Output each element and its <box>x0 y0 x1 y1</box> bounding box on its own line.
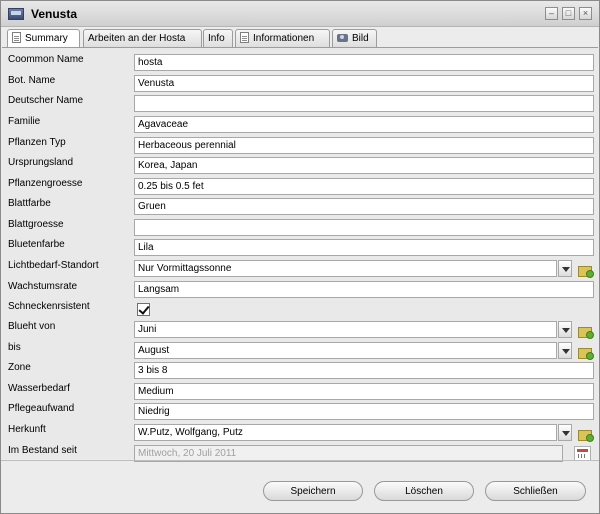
bluetenfarbe-field[interactable]: Lila <box>134 239 594 256</box>
document-icon <box>240 32 249 43</box>
lichtbedarf-select[interactable]: Nur Vormittagssonne <box>134 260 557 277</box>
minimize-icon[interactable]: – <box>545 7 558 20</box>
field-label: Blattfarbe <box>8 198 51 209</box>
maximize-icon[interactable]: □ <box>562 7 575 20</box>
field-label: Ursprungsland <box>8 157 74 168</box>
field-label: Pflanzengroesse <box>8 178 83 189</box>
blattgroesse-field[interactable] <box>134 219 594 236</box>
familie-field[interactable]: Agavaceae <box>134 116 594 133</box>
field-label: Zone <box>8 362 31 373</box>
bis-select[interactable]: August <box>134 342 557 359</box>
blattfarbe-field[interactable]: Gruen <box>134 198 594 215</box>
field-label: Im Bestand seit <box>8 445 77 456</box>
field-label: Wasserbedarf <box>8 383 70 394</box>
field-label: Schneckenrsistent <box>8 301 90 312</box>
field-label: Herkunft <box>8 424 46 435</box>
folder-add-icon[interactable] <box>576 426 594 442</box>
field-label: Pflegeaufwand <box>8 403 75 414</box>
title-bar: Venusta – □ × <box>1 1 599 27</box>
field-label: bis <box>8 342 21 353</box>
blueht-von-select[interactable]: Juni <box>134 321 557 338</box>
tab-informationen[interactable]: Informationen <box>235 29 330 47</box>
tab-label: Bild <box>352 33 369 44</box>
footer-divider <box>1 460 599 461</box>
tab-label: Arbeiten an der Hosta <box>88 33 186 44</box>
document-icon <box>12 32 21 43</box>
chevron-down-icon[interactable] <box>558 260 572 277</box>
window: Venusta – □ × Summary Arbeiten an der Ho… <box>0 0 600 514</box>
close-button[interactable]: Schließen <box>485 481 586 501</box>
app-icon <box>8 8 24 20</box>
tab-label: Info <box>208 33 225 44</box>
tab-bild[interactable]: Bild <box>332 29 377 47</box>
chevron-down-icon[interactable] <box>558 321 572 338</box>
chevron-down-icon[interactable] <box>558 424 572 441</box>
pflanzen-typ-field[interactable]: Herbaceous perennial <box>134 137 594 154</box>
close-icon[interactable]: × <box>579 7 592 20</box>
schneckenresistent-checkbox[interactable] <box>137 303 150 316</box>
field-label: Familie <box>8 116 41 127</box>
folder-add-icon[interactable] <box>576 323 594 339</box>
tab-arbeiten[interactable]: Arbeiten an der Hosta <box>83 29 202 47</box>
wasserbedarf-field[interactable]: Medium <box>134 383 594 400</box>
common-name-field[interactable]: hosta <box>134 54 594 71</box>
deutscher-name-field[interactable] <box>134 95 594 112</box>
window-title: Venusta <box>31 7 78 21</box>
tab-label: Summary <box>25 33 68 44</box>
chevron-down-icon[interactable] <box>558 342 572 359</box>
field-label: Pflanzen Typ <box>8 137 66 148</box>
field-label: Wachstumsrate <box>8 281 78 292</box>
folder-add-icon[interactable] <box>576 344 594 360</box>
ursprungsland-field[interactable]: Korea, Japan <box>134 157 594 174</box>
camera-icon <box>337 34 348 42</box>
summary-panel: Coommon Name hosta Bot. Name Venusta Deu… <box>2 47 598 462</box>
pflegeaufwand-field[interactable]: Niedrig <box>134 403 594 420</box>
bot-name-field[interactable]: Venusta <box>134 75 594 92</box>
field-label: Bluetenfarbe <box>8 239 65 250</box>
tab-info[interactable]: Info <box>203 29 233 47</box>
save-button[interactable]: Speichern <box>263 481 363 501</box>
zone-field[interactable]: 3 bis 8 <box>134 362 594 379</box>
folder-add-icon[interactable] <box>576 262 594 278</box>
delete-button[interactable]: Löschen <box>374 481 474 501</box>
tab-label: Informationen <box>253 33 315 44</box>
field-label: Bot. Name <box>8 75 56 86</box>
calendar-icon[interactable] <box>574 446 591 461</box>
field-label: Deutscher Name <box>8 95 84 106</box>
field-label: Blattgroesse <box>8 219 64 230</box>
field-label: Coommon Name <box>8 54 84 65</box>
field-label: Lichtbedarf-Standort <box>8 260 99 271</box>
field-label: Blueht von <box>8 321 56 332</box>
tab-summary[interactable]: Summary <box>7 29 80 48</box>
pflanzengroesse-field[interactable]: 0.25 bis 0.5 fet <box>134 178 594 195</box>
wachstumsrate-field[interactable]: Langsam <box>134 281 594 298</box>
herkunft-select[interactable]: W.Putz, Wolfgang, Putz <box>134 424 557 441</box>
